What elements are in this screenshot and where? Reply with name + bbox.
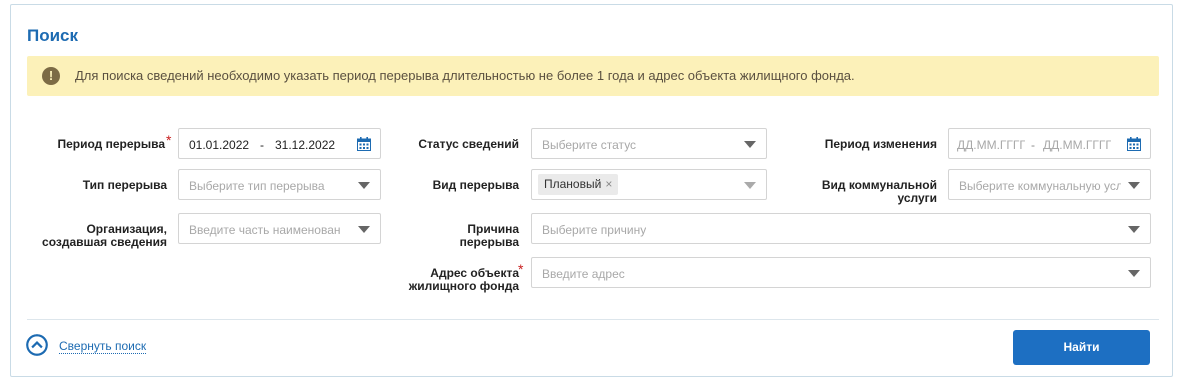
reason-label-line2: перерыва (459, 235, 519, 249)
organization-label: Организация, создавшая сведения (31, 223, 167, 249)
alert-text: Для поиска сведений необходимо указать п… (75, 68, 855, 83)
organization-placeholder: Введите часть наименован (189, 223, 341, 237)
address-label: Адрес объекта жилищного фонда (389, 267, 519, 293)
organization-label-line2: создавшая сведения (42, 235, 167, 249)
reason-placeholder: Выберите причину (542, 223, 647, 237)
exclamation-icon: ! (42, 67, 60, 85)
calendar-icon[interactable] (1127, 137, 1141, 151)
tag-remove-icon[interactable]: × (605, 177, 612, 191)
info-alert: ! Для поиска сведений необходимо указать… (27, 56, 1159, 96)
chevron-up-circle-icon[interactable] (26, 334, 48, 356)
required-mark: * (518, 261, 524, 277)
organization-label-line1: Организация, (86, 222, 167, 236)
break-period-from[interactable]: 01.01.2022 (189, 138, 249, 152)
reason-label-line1: Причина (467, 222, 519, 236)
break-kind-label: Вид перерыва (432, 178, 519, 192)
status-label: Статус сведений (418, 137, 519, 151)
find-button[interactable]: Найти (1013, 330, 1150, 365)
chevron-down-icon[interactable] (358, 182, 370, 189)
address-label-line1: Адрес объекта (430, 266, 519, 280)
break-type-select[interactable]: Выберите тип перерыва (178, 169, 381, 200)
chevron-down-icon[interactable] (1128, 182, 1140, 189)
break-kind-select[interactable]: Плановый × (531, 169, 767, 200)
status-placeholder: Выберите статус (542, 138, 637, 152)
service-kind-select[interactable]: Выберите коммунальную усл (948, 169, 1151, 200)
break-period-field[interactable]: 01.01.2022 - 31.12.2022 (178, 128, 381, 159)
chevron-down-icon[interactable] (1128, 226, 1140, 233)
search-panel: Поиск ! Для поиска сведений необходимо у… (10, 4, 1173, 377)
break-type-placeholder: Выберите тип перерыва (189, 179, 325, 193)
panel-title: Поиск (27, 26, 79, 45)
change-period-from[interactable]: ДД.ММ.ГГГГ (957, 138, 1025, 152)
change-period-label: Период изменения (824, 137, 937, 151)
status-select[interactable]: Выберите статус (531, 128, 767, 159)
reason-select[interactable]: Выберите причину (531, 213, 1151, 244)
calendar-icon[interactable] (357, 137, 371, 151)
address-placeholder: Введите адрес (542, 267, 625, 281)
service-kind-label-line1: Вид коммунальной (821, 178, 937, 192)
break-period-separator: - (260, 138, 264, 152)
reason-label: Причина перерыва (389, 223, 519, 249)
chevron-down-icon[interactable] (358, 226, 370, 233)
selected-tag: Плановый × (538, 174, 619, 195)
chevron-down-icon[interactable] (744, 182, 756, 189)
divider (27, 319, 1159, 320)
change-period-to[interactable]: ДД.ММ.ГГГГ (1043, 138, 1111, 152)
break-type-label: Тип перерыва (82, 178, 167, 192)
chevron-down-icon[interactable] (744, 141, 756, 148)
address-label-line2: жилищного фонда (408, 279, 519, 293)
break-period-label: Период перерыва (57, 137, 165, 151)
tag-label: Плановый (544, 177, 602, 191)
service-kind-label: Вид коммунальной услуги (793, 179, 937, 205)
organization-input[interactable]: Введите часть наименован (178, 213, 381, 244)
collapse-search-label[interactable]: Свернуть поиск (59, 339, 147, 354)
address-input[interactable]: Введите адрес (531, 257, 1151, 288)
chevron-down-icon[interactable] (1128, 270, 1140, 277)
service-kind-placeholder: Выберите коммунальную усл (959, 179, 1121, 193)
break-period-to[interactable]: 31.12.2022 (275, 138, 335, 152)
change-period-separator: - (1031, 138, 1035, 152)
service-kind-label-line2: услуги (897, 191, 937, 205)
required-mark: * (166, 132, 172, 148)
change-period-field[interactable]: ДД.ММ.ГГГГ - ДД.ММ.ГГГГ (948, 128, 1151, 159)
